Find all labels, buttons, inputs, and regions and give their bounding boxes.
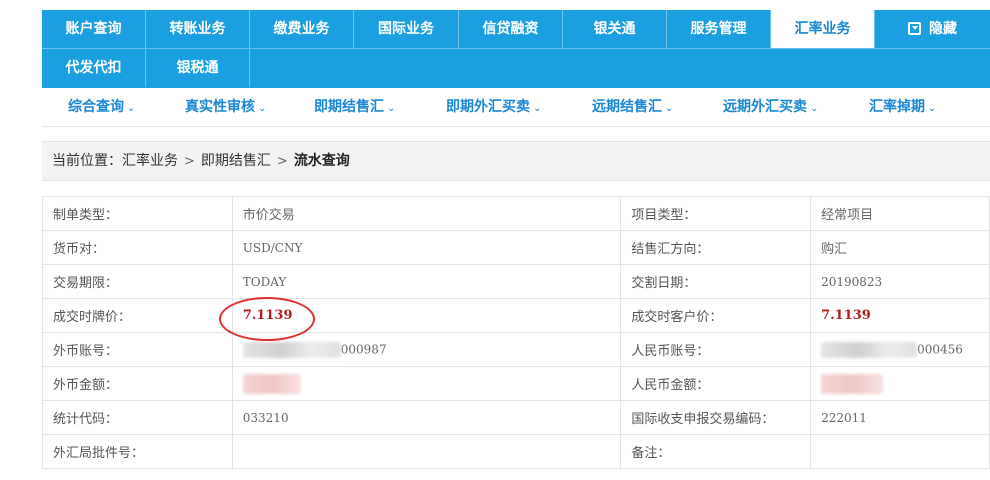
field-label: 外币金额：: [42, 366, 233, 401]
subnav-item[interactable]: 真实性审核 ⌄: [185, 88, 266, 126]
chevron-down-icon: ⌄: [810, 103, 819, 114]
client-rate-value: 7.1139: [821, 308, 871, 323]
field-label: 外币账号：: [42, 332, 233, 367]
subnav-label: 即期结售汇: [314, 99, 384, 115]
table-row: 外汇局批件号： 备注：: [42, 434, 990, 469]
chevron-down-icon: ⌄: [533, 103, 542, 114]
tab-payroll[interactable]: 代发代扣: [42, 49, 146, 87]
field-value: USD/CNY: [231, 230, 622, 265]
field-label: 国际收支申报交易编码：: [620, 400, 812, 435]
subnav-item[interactable]: 远期外汇买卖 ⌄: [723, 88, 818, 126]
field-value: [810, 434, 990, 469]
field-label: 人民币账号：: [620, 332, 812, 367]
table-row: 制单类型： 市价交易 项目类型： 经常项目: [42, 196, 990, 231]
field-value: 购汇: [810, 230, 990, 265]
field-label: 结售汇方向：: [620, 230, 812, 265]
subnav-label: 真实性审核: [185, 99, 255, 115]
field-value: 经常项目: [810, 196, 990, 231]
sub-nav: 综合查询 ⌄ 真实性审核 ⌄ 即期结售汇 ⌄ 即期外汇买卖 ⌄ 远期结售汇 ⌄ 远期外汇买…: [42, 88, 990, 127]
field-label: 成交时客户价：: [620, 298, 812, 333]
table-row: 外币账号： 000987 人民币账号： 000456: [42, 332, 990, 367]
field-label: 制单类型：: [42, 196, 233, 231]
field-value: [231, 434, 622, 469]
account-suffix: 000987: [340, 342, 387, 356]
field-value: 222011: [810, 400, 990, 435]
table-row: 货币对： USD/CNY 结售汇方向： 购汇: [42, 230, 990, 265]
tab-payment[interactable]: 缴费业务: [250, 10, 354, 48]
field-label: 备注：: [620, 434, 812, 469]
top-nav: 账户查询 转账业务 缴费业务 国际业务 信贷融资 银关通 服务管理 汇率业务 隐…: [42, 10, 990, 88]
field-value: TODAY: [231, 264, 622, 299]
redacted-block: [242, 373, 301, 394]
field-value: 033210: [231, 400, 622, 435]
subnav-label: 远期结售汇: [592, 99, 662, 115]
field-value: 20190823: [810, 264, 990, 299]
tab-transfer[interactable]: 转账业务: [146, 10, 250, 48]
subnav-item[interactable]: 远期结售汇 ⌄: [592, 88, 673, 126]
collapse-icon: [908, 22, 921, 35]
chevron-down-icon: ⌄: [387, 103, 396, 114]
subnav-item[interactable]: 即期结售汇 ⌄: [314, 88, 395, 126]
tab-service-management[interactable]: 服务管理: [667, 10, 771, 48]
table-row: 成交时牌价： 7.1139 成交时客户价： 7.1139: [42, 298, 990, 333]
chevron-down-icon: ⌄: [127, 103, 136, 114]
table-row: 交易期限： TODAY 交割日期： 20190823: [42, 264, 990, 299]
tab-tax[interactable]: 银税通: [146, 49, 250, 87]
field-label: 交易期限：: [42, 264, 233, 299]
redacted-block: [821, 373, 884, 394]
field-value: 市价交易: [231, 196, 622, 231]
chevron-right-icon: >: [276, 154, 288, 169]
breadcrumb-prefix: 当前位置：: [52, 153, 122, 169]
field-label: 货币对：: [42, 230, 233, 265]
field-label: 外汇局批件号：: [42, 434, 233, 469]
field-value: [231, 366, 622, 401]
deal-rate-value: 7.1139: [242, 308, 293, 323]
subnav-label: 即期外汇买卖: [446, 99, 530, 115]
field-label: 项目类型：: [620, 196, 812, 231]
table-row: 外币金额： 人民币金额：: [42, 366, 990, 401]
breadcrumb-item[interactable]: 即期结售汇: [201, 153, 271, 169]
redacted-block: [821, 341, 918, 358]
chevron-down-icon: ⌄: [665, 103, 674, 114]
field-label: 人民币金额：: [620, 366, 812, 401]
tab-customs[interactable]: 银关通: [563, 10, 667, 48]
field-label: 成交时牌价：: [42, 298, 233, 333]
field-value: 000456: [810, 332, 990, 367]
redacted-block: [242, 341, 341, 358]
field-label: 交割日期：: [620, 264, 812, 299]
tab-account-query[interactable]: 账户查询: [42, 10, 146, 48]
tab-international[interactable]: 国际业务: [354, 10, 459, 48]
field-label: 统计代码：: [42, 400, 233, 435]
subnav-label: 远期外汇买卖: [723, 99, 807, 115]
subnav-item[interactable]: 即期外汇买卖 ⌄: [446, 88, 541, 126]
chevron-right-icon: >: [184, 154, 195, 169]
field-value: [810, 366, 990, 401]
transaction-detail-table: 制单类型： 市价交易 项目类型： 经常项目 货币对： USD/CNY 结售汇方向…: [42, 196, 990, 469]
subnav-item[interactable]: 汇率掉期 ⌄: [869, 88, 936, 126]
hide-label: 隐藏: [929, 21, 957, 37]
breadcrumb-current: 流水查询: [293, 153, 350, 169]
table-row: 统计代码： 033210 国际收支申报交易编码： 222011: [42, 400, 990, 435]
field-value: 7.1139: [231, 298, 622, 333]
tab-credit[interactable]: 信贷融资: [459, 10, 563, 48]
hide-nav-button[interactable]: 隐藏: [875, 10, 990, 48]
breadcrumb: 当前位置：汇率业务 > 即期结售汇 > 流水查询: [42, 141, 990, 181]
breadcrumb-item[interactable]: 汇率业务: [122, 153, 178, 169]
subnav-item[interactable]: 综合查询 ⌄: [68, 88, 135, 126]
chevron-down-icon: ⌄: [258, 103, 267, 114]
field-value: 000987: [231, 332, 622, 367]
account-suffix: 000456: [917, 342, 963, 356]
subnav-label: 综合查询: [68, 99, 124, 115]
tab-exchange-rate[interactable]: 汇率业务: [771, 10, 875, 48]
field-value: 7.1139: [810, 298, 990, 333]
subnav-label: 汇率掉期: [869, 99, 925, 115]
chevron-down-icon: ⌄: [928, 103, 937, 114]
